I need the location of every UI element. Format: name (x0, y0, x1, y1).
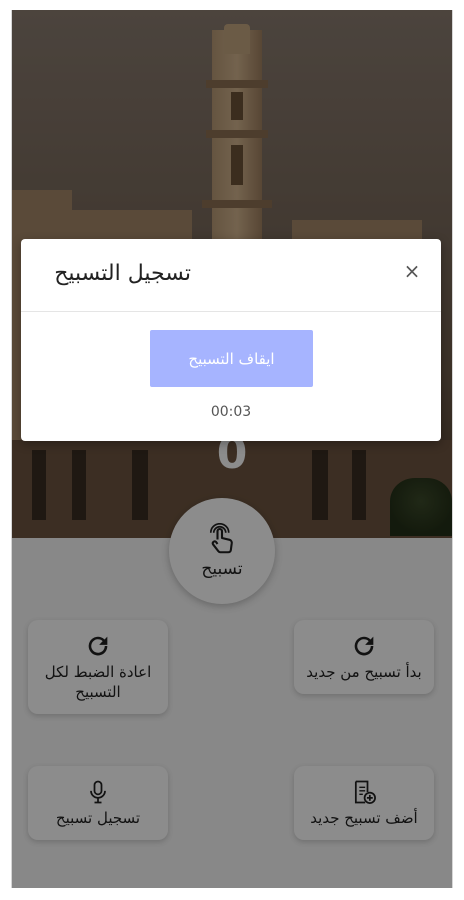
dialog-title: تسجيل التسبيح (54, 261, 191, 286)
close-icon[interactable]: × (401, 259, 423, 283)
modal-backdrop[interactable] (12, 10, 452, 888)
recording-timer: 00:03 (210, 404, 252, 420)
dialog-header: تسجيل التسبيح × (21, 239, 441, 312)
app-screen: 0 اعادة الضبط لكل التسبيح بدأ تسبيح من ج… (11, 10, 453, 888)
record-tasbeeh-dialog: تسجيل التسبيح × ايقاف التسبيح 00:03 (21, 239, 441, 441)
stop-tasbeeh-button[interactable]: ايقاف التسبيح (150, 330, 313, 387)
